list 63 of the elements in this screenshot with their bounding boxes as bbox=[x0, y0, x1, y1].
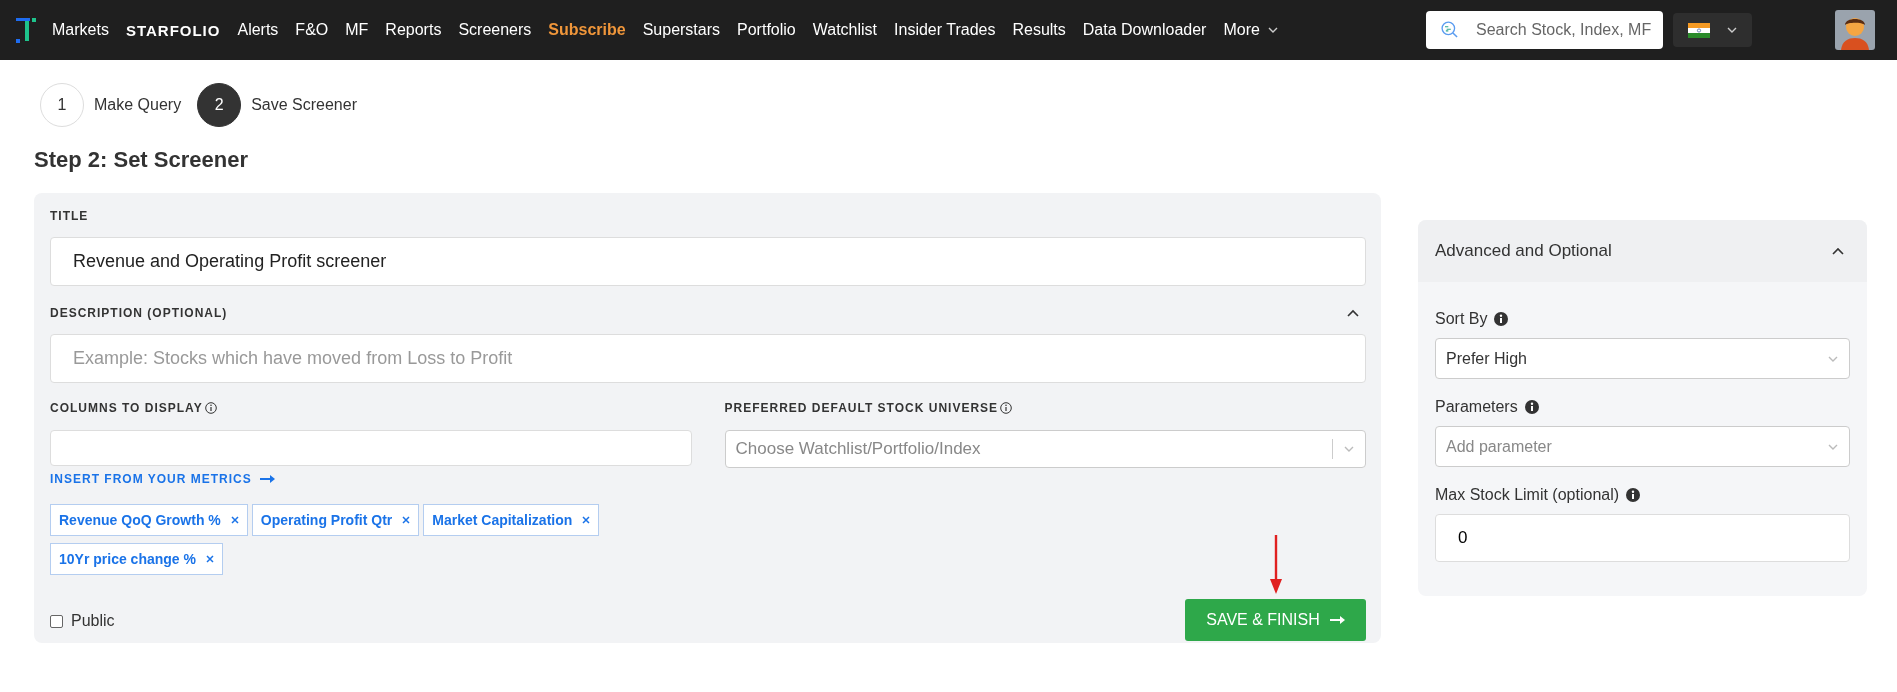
page-heading: Step 2: Set Screener bbox=[34, 147, 249, 173]
info-icon bbox=[1000, 402, 1013, 414]
field-label: TITLE bbox=[50, 209, 90, 223]
search-input[interactable]: Search Stock, Index, MF bbox=[1474, 20, 1653, 40]
annotation-arrow bbox=[1268, 535, 1283, 595]
field-label: Max Stock Limit (optional) bbox=[1435, 486, 1620, 504]
search-field[interactable]: Search Stock, Index, MF bbox=[1426, 11, 1663, 49]
nav-link[interactable]: MF bbox=[345, 21, 369, 39]
metric-tag: 10Yr price change % bbox=[50, 543, 223, 575]
nav-link[interactable]: More bbox=[1223, 21, 1279, 39]
field-label: Sort By bbox=[1435, 310, 1488, 328]
nav-link[interactable]: Screeners bbox=[458, 21, 532, 39]
nav-link[interactable]: Alerts bbox=[237, 21, 279, 39]
checkbox-label[interactable]: Public bbox=[71, 612, 115, 630]
remove-icon[interactable] bbox=[230, 516, 239, 524]
nav-link[interactable]: Data Downloader bbox=[1082, 21, 1207, 39]
panel-header[interactable]: Advanced and Optional bbox=[1418, 220, 1867, 282]
nav-link[interactable]: Reports bbox=[385, 21, 442, 39]
title-field[interactable]: Revenue and Operating Profit screener bbox=[50, 237, 1366, 286]
avatar-icon[interactable] bbox=[1835, 10, 1875, 50]
step-label[interactable]: Make Query bbox=[94, 96, 182, 114]
remove-icon[interactable] bbox=[205, 555, 214, 563]
arrow-right-icon bbox=[259, 474, 275, 484]
nav-link[interactable]: F&O bbox=[295, 21, 329, 39]
public-checkbox[interactable] bbox=[50, 614, 63, 628]
info-icon bbox=[204, 402, 217, 414]
step-number[interactable]: 2 bbox=[197, 83, 242, 127]
nav-link[interactable]: Superstars bbox=[642, 21, 721, 39]
arrow-right-icon bbox=[1329, 615, 1345, 625]
nav-link[interactable]: Portfolio bbox=[737, 21, 796, 39]
remove-icon[interactable] bbox=[402, 516, 411, 524]
nav-link[interactable]: Watchlist bbox=[812, 21, 878, 39]
dropdown-field[interactable]: Add parameter bbox=[1435, 426, 1850, 467]
flag-icon bbox=[1687, 22, 1710, 38]
metric-tag: Operating Profit Qtr bbox=[251, 504, 420, 536]
nav-link[interactable]: Results bbox=[1012, 21, 1066, 39]
nav-link[interactable]: Markets bbox=[52, 21, 109, 39]
info-icon bbox=[1524, 400, 1539, 414]
field-label: Parameters bbox=[1435, 398, 1518, 416]
info-icon bbox=[1626, 488, 1641, 502]
logo-icon bbox=[14, 15, 38, 45]
field-label: COLUMNS TO DISPLAY bbox=[50, 401, 203, 415]
caret-icon bbox=[1725, 25, 1738, 35]
universe-select[interactable]: Choose Watchlist/Portfolio/Index bbox=[724, 430, 1366, 468]
step-label[interactable]: Save Screener bbox=[251, 96, 357, 114]
caret-icon bbox=[1266, 25, 1279, 35]
country-dropdown[interactable] bbox=[1673, 13, 1752, 47]
number-field[interactable]: 0 bbox=[1435, 514, 1850, 562]
metric-tag: Revenue QoQ Growth % bbox=[50, 504, 248, 536]
brand-link[interactable]: STARFOLIO bbox=[125, 21, 221, 39]
metric-tag: Market Capitalization bbox=[423, 504, 600, 536]
columns-field[interactable] bbox=[50, 430, 692, 466]
remove-icon[interactable] bbox=[582, 516, 591, 524]
collapse-caret-icon[interactable] bbox=[1346, 307, 1360, 319]
insert-metrics-link[interactable]: INSERT FROM YOUR METRICS bbox=[50, 472, 275, 486]
nav-link[interactable]: Insider Trades bbox=[894, 21, 996, 39]
info-icon bbox=[1494, 312, 1509, 326]
dropdown-field[interactable]: Prefer High bbox=[1435, 338, 1850, 379]
description-field[interactable]: Example: Stocks which have moved from Loss to Profit bbox=[50, 334, 1366, 383]
nav-link[interactable]: Subscribe bbox=[548, 21, 626, 39]
caret-icon bbox=[1343, 444, 1355, 454]
field-label: DESCRIPTION (OPTIONAL) bbox=[50, 306, 228, 320]
field-label: PREFERRED DEFAULT STOCK UNIVERSE bbox=[724, 401, 999, 415]
